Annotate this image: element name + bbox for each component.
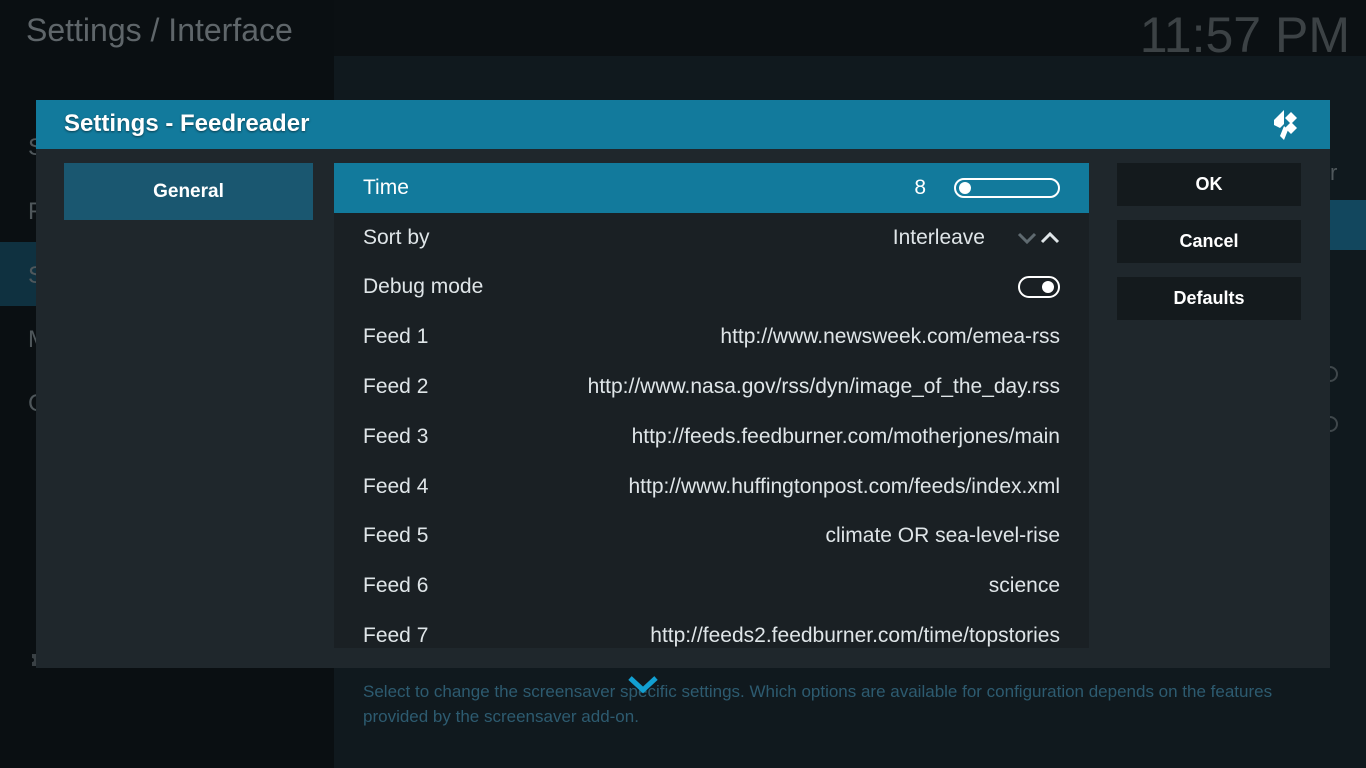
time-slider[interactable] <box>954 177 1060 198</box>
setting-time[interactable]: Time 8 <box>334 163 1089 213</box>
setting-label: Feed 2 <box>363 375 429 399</box>
page-title: Settings / Interface <box>26 12 293 48</box>
setting-label: Feed 5 <box>363 524 429 548</box>
setting-label: Feed 6 <box>363 574 429 598</box>
setting-label: Time <box>363 175 409 199</box>
setting-label: Feed 1 <box>363 325 429 349</box>
setting-value: http://www.huffingtonpost.com/feeds/inde… <box>628 474 1060 498</box>
setting-description: Select to change the screensaver specifi… <box>363 682 1273 726</box>
clock: 11:57 PM <box>1139 7 1350 63</box>
setting-sort-by[interactable]: Sort by Interleave <box>334 213 1089 263</box>
setting-label: Sort by <box>363 225 430 249</box>
feedreader-settings-dialog: Settings - Feedreader General Time 8 Sor… <box>36 100 1330 668</box>
setting-feed-6[interactable]: Feed 6 science <box>334 561 1089 611</box>
slider-knob[interactable] <box>959 181 971 194</box>
background-selected-setting <box>1330 200 1366 250</box>
dialog-title: Settings - Feedreader <box>64 110 310 137</box>
dialog-header: Settings - Feedreader <box>36 100 1330 149</box>
chevron-up-icon[interactable] <box>1040 231 1060 244</box>
setting-value: Interleave <box>892 225 985 249</box>
setting-value: climate OR sea-level-rise <box>825 524 1060 548</box>
setting-value: http://www.newsweek.com/emea-rss <box>720 325 1060 349</box>
setting-debug-mode[interactable]: Debug mode <box>334 263 1089 313</box>
ok-button[interactable]: OK <box>1117 163 1301 206</box>
setting-value: http://feeds.feedburner.com/motherjones/… <box>631 424 1060 448</box>
setting-feed-4[interactable]: Feed 4 http://www.huffingtonpost.com/fee… <box>334 462 1089 512</box>
setting-value: science <box>988 574 1060 598</box>
background-setting-fragment: r <box>1330 160 1338 185</box>
setting-value: http://feeds2.feedburner.com/time/topsto… <box>650 624 1060 648</box>
setting-value: 8 <box>914 175 926 199</box>
setting-feed-2[interactable]: Feed 2 http://www.nasa.gov/rss/dyn/image… <box>334 362 1089 412</box>
setting-value: http://www.nasa.gov/rss/dyn/image_of_the… <box>587 375 1060 399</box>
settings-list: Time 8 Sort by Interleave Debug mode Fee… <box>334 163 1089 648</box>
spin-control <box>1017 231 1060 244</box>
toggle-knob <box>1042 281 1054 294</box>
setting-label: Feed 7 <box>363 624 429 648</box>
setting-feed-7[interactable]: Feed 7 http://feeds2.feedburner.com/time… <box>334 611 1089 648</box>
defaults-button[interactable]: Defaults <box>1117 277 1301 320</box>
kodi-logo-icon <box>1274 110 1297 140</box>
setting-label: Feed 4 <box>363 474 429 498</box>
chevron-down-icon[interactable] <box>1017 232 1037 244</box>
debug-mode-toggle[interactable] <box>1018 276 1060 299</box>
setting-feed-1[interactable]: Feed 1 http://www.newsweek.com/emea-rss <box>334 312 1089 362</box>
setting-feed-5[interactable]: Feed 5 climate OR sea-level-rise <box>334 512 1089 562</box>
scroll-down-arrow-icon[interactable] <box>626 674 660 696</box>
category-general-button[interactable]: General <box>64 163 313 220</box>
setting-label: Feed 3 <box>363 424 429 448</box>
setting-feed-3[interactable]: Feed 3 http://feeds.feedburner.com/mothe… <box>334 412 1089 462</box>
setting-label: Debug mode <box>363 275 484 299</box>
cancel-button[interactable]: Cancel <box>1117 220 1301 263</box>
